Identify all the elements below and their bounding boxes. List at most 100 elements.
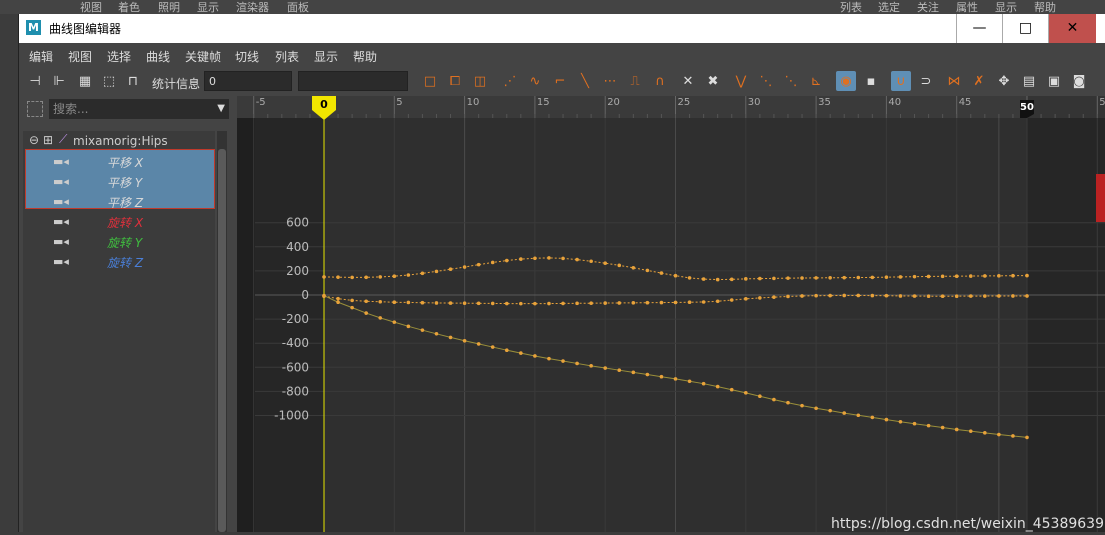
- key-point: [547, 356, 551, 361]
- bg-menu-item[interactable]: 列表: [840, 0, 862, 15]
- flat-tangent-icon[interactable]: ⋯: [600, 71, 620, 91]
- frame-all-icon[interactable]: □: [420, 71, 440, 91]
- minimize-button[interactable]: —: [956, 14, 1002, 43]
- key-point: [983, 431, 987, 435]
- clamped-tangent-icon[interactable]: ⌐: [550, 71, 570, 91]
- y-tick-label: -1000: [274, 409, 309, 423]
- insert-key-icon[interactable]: ⊩: [49, 71, 69, 91]
- menu-view[interactable]: 视图: [68, 48, 92, 65]
- lattice-icon[interactable]: ▦: [75, 71, 95, 91]
- time-editor-icon[interactable]: ◙: [1069, 71, 1089, 91]
- spline-tangent-icon[interactable]: ∿: [525, 71, 545, 91]
- attribute-row[interactable]: ▬◂ 旋转 Y: [23, 231, 215, 251]
- bg-menu-item[interactable]: 帮助: [1034, 0, 1056, 15]
- curve-outliner: 搜索... ▼ ⊖ ⊞ ⟋ mixamorig:Hips ▬◂ 平移 X ▬◂ 平移…: [19, 96, 234, 532]
- frame-selection-icon[interactable]: ⧠: [445, 71, 465, 91]
- bg-menu-item[interactable]: 关注: [917, 0, 939, 15]
- key-point: [800, 294, 804, 298]
- filter-icon[interactable]: [27, 101, 43, 117]
- linear-tangent-icon[interactable]: ╲: [575, 71, 595, 91]
- chevron-down-icon[interactable]: ▼: [217, 99, 225, 119]
- title-bar[interactable]: M 曲线图编辑器 — □ ✕: [19, 14, 1105, 43]
- step-tangent-icon[interactable]: ⎍: [625, 71, 645, 91]
- frame-playback-icon[interactable]: ◫: [470, 71, 490, 91]
- bg-menu-item[interactable]: 显示: [995, 0, 1017, 15]
- bg-menu-item[interactable]: 属性: [956, 0, 978, 15]
- key-point: [561, 301, 565, 306]
- key-point: [490, 345, 495, 349]
- break-tangent-icon[interactable]: ✕: [678, 71, 698, 91]
- bg-menu-item[interactable]: 显示: [197, 0, 219, 15]
- key-point: [926, 423, 931, 428]
- menu-help[interactable]: 帮助: [353, 48, 377, 65]
- curve-graph[interactable]: 6004002000-200-400-600-800-1000-5 5 10 15 20…: [237, 96, 1105, 532]
- denormalize-icon[interactable]: ✗: [969, 71, 989, 91]
- menu-tangents[interactable]: 切线: [235, 48, 259, 65]
- non-weighted-icon[interactable]: ⊾: [806, 71, 826, 91]
- node-row[interactable]: ⊖ ⊞ ⟋ mixamorig:Hips: [23, 131, 215, 151]
- key-point: [519, 257, 523, 261]
- scrollbar-thumb[interactable]: [218, 149, 226, 532]
- graph-view[interactable]: 600 400 200 0 -200 -400 -600 -800 -1000 -5 5 10 15 20…: [237, 96, 1105, 532]
- menu-edit[interactable]: 编辑: [29, 48, 53, 65]
- snap-value-icon[interactable]: ⊃: [916, 71, 936, 91]
- bg-menu-item[interactable]: 选定: [878, 0, 900, 15]
- load-selected-icon[interactable]: ▪: [861, 71, 881, 91]
- menu-curves[interactable]: 曲线: [146, 48, 170, 65]
- attribute-row[interactable]: ▬◂ 平移 Z: [23, 191, 215, 211]
- maximize-button[interactable]: □: [1002, 14, 1048, 43]
- attribute-row[interactable]: ▬◂ 旋转 Z: [23, 251, 215, 271]
- key-point: [954, 294, 959, 299]
- stats-value-field-2[interactable]: [298, 71, 408, 91]
- dope-sheet-icon[interactable]: ▤: [1019, 71, 1039, 91]
- auto-load-icon[interactable]: ◉: [836, 71, 856, 91]
- key-point: [701, 381, 706, 386]
- key-point: [940, 294, 945, 299]
- bg-menu-item[interactable]: 照明: [158, 0, 180, 15]
- trax-icon[interactable]: ▣: [1044, 71, 1064, 91]
- menu-keys[interactable]: 关键帧: [185, 48, 221, 65]
- bg-menu-item[interactable]: 渲染器: [236, 0, 269, 15]
- normalize-icon[interactable]: ⋈: [944, 71, 964, 91]
- menu-list[interactable]: 列表: [275, 48, 299, 65]
- region-select-icon[interactable]: ⬚: [99, 71, 119, 91]
- expand-children-icon[interactable]: ⊞: [43, 133, 53, 147]
- key-point: [448, 267, 453, 272]
- unify-tangent-icon[interactable]: ✖: [703, 71, 723, 91]
- menu-select[interactable]: 选择: [107, 48, 131, 65]
- attribute-row[interactable]: ▬◂ 旋转 X: [23, 211, 215, 231]
- auto-tangent-icon[interactable]: ⋰: [500, 71, 520, 91]
- close-button[interactable]: ✕: [1048, 14, 1096, 43]
- outliner-scrollbar[interactable]: [217, 131, 227, 532]
- collapse-icon[interactable]: ⊖: [29, 133, 39, 147]
- key-point: [786, 400, 790, 405]
- y-tick-label: -800: [282, 384, 309, 398]
- free-tangent-weight-icon[interactable]: ⋁: [731, 71, 751, 91]
- attribute-label: 旋转 X: [107, 216, 144, 230]
- key-point: [912, 421, 917, 426]
- stats-label: 统计信息: [152, 77, 201, 91]
- retime-icon[interactable]: ⊓: [123, 71, 143, 91]
- menu-show[interactable]: 显示: [314, 48, 338, 65]
- attribute-row[interactable]: ▬◂ 平移 X: [23, 151, 215, 171]
- key-point: [519, 301, 523, 306]
- move-key-icon[interactable]: ⊣: [25, 71, 45, 91]
- stats-value-field[interactable]: 0: [204, 71, 292, 91]
- weighted-tangent-icon[interactable]: ⋱: [781, 71, 801, 91]
- attribute-row[interactable]: ▬◂ 平移 Y: [23, 171, 215, 191]
- bg-menu-item[interactable]: 视图: [80, 0, 102, 15]
- key-point: [659, 271, 664, 275]
- lock-tangent-weight-icon[interactable]: ⋱: [756, 71, 776, 91]
- search-input[interactable]: 搜索... ▼: [49, 99, 229, 119]
- pan-icon[interactable]: ✥: [994, 71, 1014, 91]
- bg-menu-item[interactable]: 着色: [118, 0, 140, 15]
- attribute-icon: ▬◂: [53, 255, 69, 268]
- bg-menu-item[interactable]: 面板: [287, 0, 309, 15]
- key-point: [884, 275, 889, 279]
- x-tick-label: 40: [888, 97, 901, 108]
- key-point: [997, 274, 1001, 278]
- key-point: [392, 274, 397, 279]
- snap-magnet-icon[interactable]: ∪: [891, 71, 911, 91]
- plateau-tangent-icon[interactable]: ∩: [650, 71, 670, 91]
- key-point: [392, 300, 397, 305]
